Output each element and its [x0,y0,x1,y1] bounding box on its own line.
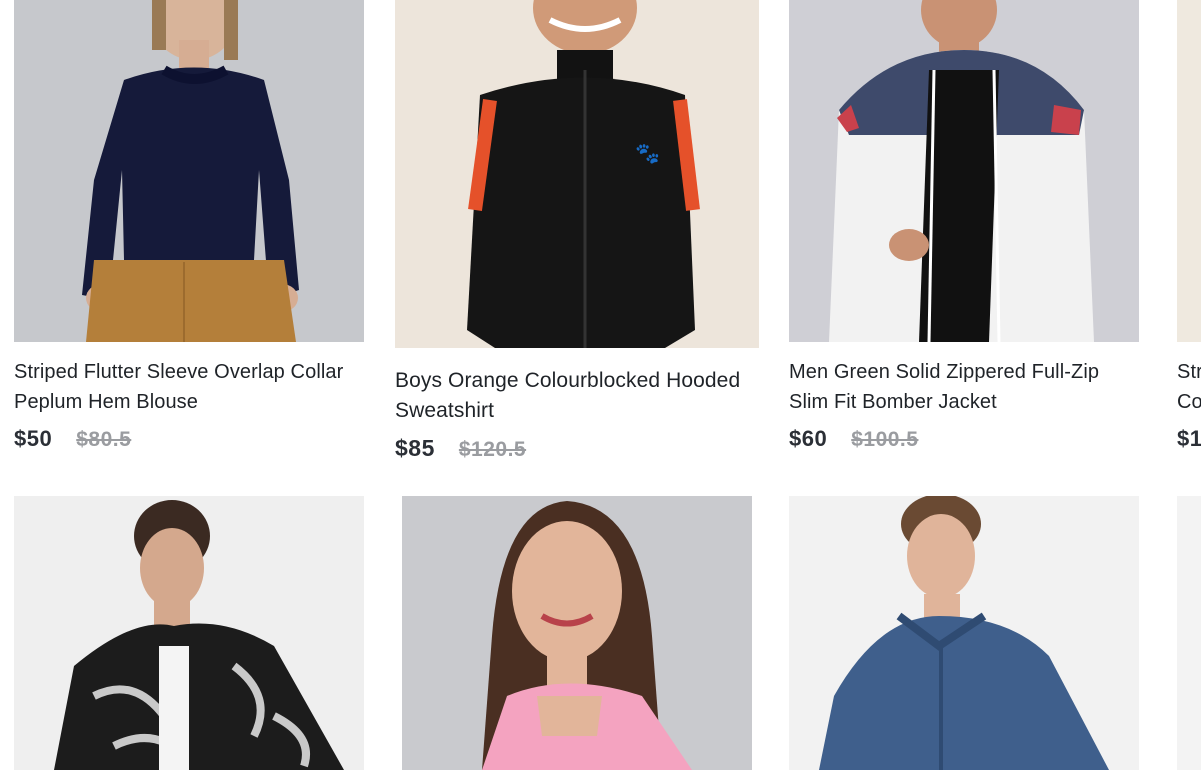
product-image-7[interactable] [789,496,1139,770]
product-title-1[interactable]: Striped Flutter Sleeve Overlap Collar Pe… [14,357,364,417]
product-image-4[interactable] [1177,0,1201,342]
product-title-2[interactable]: Boys Orange Colourblocked Hooded Sweatsh… [395,366,759,426]
woman-navy-top-image [14,0,364,342]
woman-pink-top-image [402,496,752,770]
product-image-6[interactable] [402,496,752,770]
product-price-4: $1 [1177,426,1201,451]
product-price-2: $85 [395,435,435,461]
product-old-price-2: $120.5 [458,438,527,461]
product-image-1[interactable] [14,0,364,342]
product-old-price-3: $100.5 [851,428,919,451]
man-bomber-jacket-image [789,0,1139,342]
product-price-3: $60 [789,426,828,451]
product-image-8[interactable] [1177,496,1201,770]
man-denim-jacket-image [789,496,1139,770]
boy-black-sweatshirt-image: 🐾 [395,0,759,348]
product-image-2[interactable]: 🐾 [395,0,759,348]
product-image-3[interactable] [789,0,1139,342]
svg-text:🐾: 🐾 [635,141,660,165]
product-price-1: $50 [14,426,53,451]
man-marble-jacket-image [14,496,364,770]
product-image-5[interactable] [14,496,364,770]
product-title-4[interactable]: Str Co [1177,357,1201,417]
product-title-3[interactable]: Men Green Solid Zippered Full-Zip Slim F… [789,357,1139,417]
product-old-price-1: $80.5 [76,428,132,451]
